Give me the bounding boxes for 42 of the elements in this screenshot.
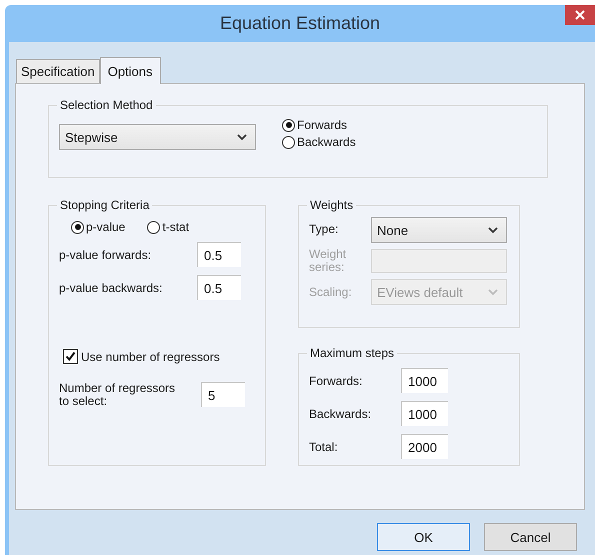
radio-button[interactable]	[282, 118, 295, 132]
checkbox[interactable]	[63, 349, 78, 364]
group-title: Maximum steps	[309, 346, 396, 360]
radio-option[interactable]: Forwards	[282, 118, 356, 132]
field-label: Total:	[309, 440, 339, 454]
field-label: Forwards:	[309, 374, 364, 388]
tab[interactable]: Specification	[16, 59, 100, 83]
field-label: Scaling:	[309, 286, 353, 299]
radio-option[interactable]: p-value	[71, 220, 126, 234]
input-field[interactable]: 5	[201, 382, 245, 407]
close-icon	[575, 10, 585, 20]
field-label: p-value forwards:	[59, 248, 152, 262]
tab[interactable]: Options	[100, 57, 161, 84]
dropdown[interactable]: Stepwise	[59, 124, 256, 150]
field-label: Backwards:	[309, 406, 372, 420]
input-field[interactable]: 1000	[401, 401, 448, 426]
close-button[interactable]	[565, 5, 595, 25]
dropdown[interactable]: None	[371, 217, 507, 243]
radio-button[interactable]	[282, 136, 295, 148]
chevron-down-icon	[237, 134, 247, 140]
radio-option[interactable]: t-stat	[147, 220, 190, 234]
input-field[interactable]: 0.5	[197, 242, 241, 267]
group-title: Selection Method	[59, 98, 154, 112]
checkmark-icon	[65, 351, 76, 362]
checkbox-option[interactable]: Use number of regressors	[63, 349, 255, 364]
group-title: Stopping Criteria	[59, 198, 150, 212]
radio-button[interactable]	[71, 220, 84, 234]
field-label: p-value backwards:	[59, 280, 164, 294]
chevron-down-icon	[488, 288, 498, 296]
field-label: Weight series:	[309, 248, 348, 274]
radio-option[interactable]: Backwards	[282, 135, 356, 149]
field-label: Number of regressors to select:	[59, 382, 176, 408]
input-field[interactable]: 2000	[401, 434, 448, 459]
chevron-down-icon	[488, 226, 498, 234]
input-field[interactable]: 1000	[401, 368, 448, 393]
radio-button[interactable]	[147, 220, 160, 234]
dialog-button[interactable]: Cancel	[484, 523, 577, 551]
input-field[interactable]: 0.5	[197, 275, 241, 300]
field-label: Type:	[309, 223, 340, 237]
group-title: Weights	[309, 198, 354, 212]
window-title: Equation Estimation	[220, 12, 380, 34]
dialog-button[interactable]: OK	[377, 523, 470, 551]
